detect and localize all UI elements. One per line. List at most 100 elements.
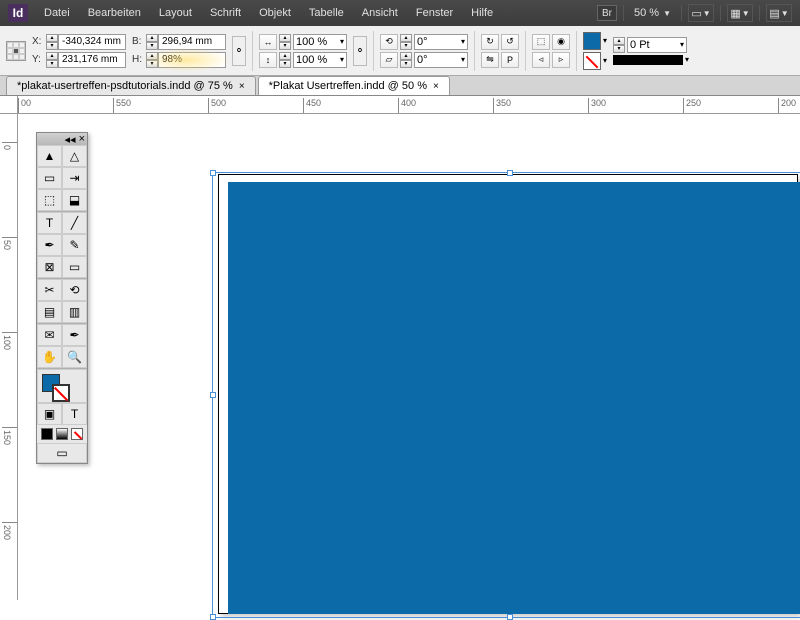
ruler-vertical[interactable]: 0 50 100 150 200	[0, 114, 18, 600]
stroke-dropdown-icon[interactable]: ▾	[603, 56, 607, 65]
free-transform-tool-icon[interactable]: ⟲	[62, 279, 87, 301]
rotate-input[interactable]: 0°▾	[414, 34, 468, 50]
direct-selection-tool-icon[interactable]: △	[62, 145, 87, 167]
shear-input[interactable]: 0°▾	[414, 52, 468, 68]
content-collector-icon[interactable]: ⬚	[37, 189, 62, 211]
constrain-wh-icon[interactable]: ⚬	[232, 36, 246, 66]
close-icon[interactable]: ×	[79, 133, 85, 145]
sx-spinner[interactable]: ▴▾	[279, 34, 291, 50]
menu-layout[interactable]: Layout	[151, 3, 200, 23]
x-position-input[interactable]	[58, 34, 126, 50]
pen-tool-icon[interactable]: ✒	[37, 234, 62, 256]
tab-label: *plakat-usertreffen-psdtutorials.indd @ …	[17, 80, 233, 92]
select-content-icon[interactable]: ◉	[552, 34, 570, 50]
chevron-down-icon: ▼	[663, 9, 671, 18]
gradient-feather-tool-icon[interactable]: ▥	[62, 301, 87, 323]
constrain-scale-icon[interactable]: ⚬	[353, 36, 367, 66]
h-spinner[interactable]: ▴▾	[146, 52, 158, 68]
line-tool-icon[interactable]: ╱	[62, 212, 87, 234]
doc-tab[interactable]: *Plakat Usertreffen.indd @ 50 % ×	[258, 76, 450, 95]
page-tool-icon[interactable]: ▭	[37, 167, 62, 189]
zoom-dropdown[interactable]: 50 % ▼	[630, 7, 675, 19]
pencil-tool-icon[interactable]: ✎	[62, 234, 87, 256]
ruler-horizontal[interactable]: 00 550 500 450 400 350 300 250 200	[18, 96, 800, 114]
resize-handle-w[interactable]	[210, 392, 216, 398]
apply-color-icon[interactable]	[41, 428, 53, 440]
note-tool-icon[interactable]: ✉	[37, 324, 62, 346]
resize-handle-s[interactable]	[507, 614, 513, 620]
arrange-docs-icon[interactable]: ▦▼	[727, 4, 753, 22]
menu-help[interactable]: Hilfe	[463, 3, 501, 23]
stroke-weight-input[interactable]: 0 Pt▾	[627, 37, 687, 53]
menu-table[interactable]: Tabelle	[301, 3, 352, 23]
scale-x-input[interactable]: 100 %▾	[293, 34, 347, 50]
gap-tool-icon[interactable]: ⇥	[62, 167, 87, 189]
scale-y-icon: ↕	[259, 52, 277, 68]
height-input[interactable]	[158, 52, 226, 68]
close-icon[interactable]: ×	[239, 81, 245, 92]
sy-spinner[interactable]: ▴▾	[279, 52, 291, 68]
zoom-value: 50 %	[634, 7, 659, 19]
x-spinner[interactable]: ▴▾	[46, 34, 58, 50]
flip-h-icon[interactable]: ⇋	[481, 52, 499, 68]
hand-tool-icon[interactable]: ✋	[37, 346, 62, 368]
fill-dropdown-icon[interactable]: ▾	[603, 36, 607, 45]
w-label: B:	[132, 36, 144, 47]
rectangle-frame-tool-icon[interactable]: ⊠	[37, 256, 62, 278]
apply-gradient-icon[interactable]	[56, 428, 68, 440]
zoom-tool-icon[interactable]: 🔍	[62, 346, 87, 368]
collapse-icon[interactable]: ◂◂	[65, 133, 76, 146]
close-icon[interactable]: ×	[433, 81, 439, 92]
formatting-container-icon[interactable]: ▣	[37, 403, 62, 425]
shear-spinner[interactable]: ▴▾	[400, 52, 412, 68]
rotate-ccw-icon[interactable]: ↺	[501, 34, 519, 50]
rot-spinner[interactable]: ▴▾	[400, 34, 412, 50]
canvas-pasteboard[interactable]	[18, 114, 800, 600]
panel-header[interactable]: ◂◂×	[37, 133, 87, 145]
scale-y-input[interactable]: 100 %▾	[293, 52, 347, 68]
document-tabs: *plakat-usertreffen-psdtutorials.indd @ …	[0, 76, 800, 96]
selection-tool-icon[interactable]: ▲	[37, 145, 62, 167]
rectangle-tool-icon[interactable]: ▭	[62, 256, 87, 278]
select-next-icon[interactable]: ▹	[552, 52, 570, 68]
view-mode-icon[interactable]: ▭	[37, 443, 87, 463]
apply-none-icon[interactable]	[71, 428, 83, 440]
select-prev-icon[interactable]: ◃	[532, 52, 550, 68]
stroke-style-dropdown[interactable]	[613, 55, 683, 65]
workspace-switcher-icon[interactable]: ▤▼	[766, 4, 792, 22]
stroke-weight-spinner[interactable]: ▴▾	[613, 37, 625, 53]
menu-file[interactable]: Datei	[36, 3, 78, 23]
menu-edit[interactable]: Bearbeiten	[80, 3, 149, 23]
y-position-input[interactable]	[58, 52, 126, 68]
resize-handle-sw[interactable]	[210, 614, 216, 620]
gradient-swatch-tool-icon[interactable]: ▤	[37, 301, 62, 323]
eyedropper-tool-icon[interactable]: ✒	[62, 324, 87, 346]
rotate-cw-icon[interactable]: ↻	[481, 34, 499, 50]
menu-window[interactable]: Fenster	[408, 3, 461, 23]
width-input[interactable]	[158, 34, 226, 50]
fill-swatch[interactable]	[583, 32, 601, 50]
p-indicator-icon: P	[501, 52, 519, 68]
screen-mode-icon[interactable]: ▭▼	[688, 4, 714, 22]
menu-view[interactable]: Ansicht	[354, 3, 406, 23]
menu-object[interactable]: Objekt	[251, 3, 299, 23]
selection-frame	[212, 172, 800, 618]
scissors-tool-icon[interactable]: ✂	[37, 279, 62, 301]
tools-panel[interactable]: ◂◂× ▲ △ ▭ ⇥ ⬚ ⬓ T ╱ ✒ ✎ ⊠ ▭ ✂ ⟲ ▤ ▥ ✉ ✒ …	[36, 132, 88, 464]
menu-type[interactable]: Schrift	[202, 3, 249, 23]
stroke-swatch[interactable]	[583, 52, 601, 70]
resize-handle-nw[interactable]	[210, 170, 216, 176]
content-placer-icon[interactable]: ⬓	[62, 189, 87, 211]
fill-stroke-proxy[interactable]	[37, 369, 87, 403]
reference-point-selector[interactable]	[6, 41, 26, 61]
y-spinner[interactable]: ▴▾	[46, 52, 58, 68]
resize-handle-n[interactable]	[507, 170, 513, 176]
formatting-text-icon[interactable]: T	[62, 403, 87, 425]
type-tool-icon[interactable]: T	[37, 212, 62, 234]
w-spinner[interactable]: ▴▾	[146, 34, 158, 50]
ruler-origin[interactable]	[0, 96, 18, 114]
bridge-icon[interactable]: Br	[597, 5, 617, 21]
y-label: Y:	[32, 54, 44, 65]
select-container-icon[interactable]: ⬚	[532, 34, 550, 50]
doc-tab[interactable]: *plakat-usertreffen-psdtutorials.indd @ …	[6, 76, 256, 95]
